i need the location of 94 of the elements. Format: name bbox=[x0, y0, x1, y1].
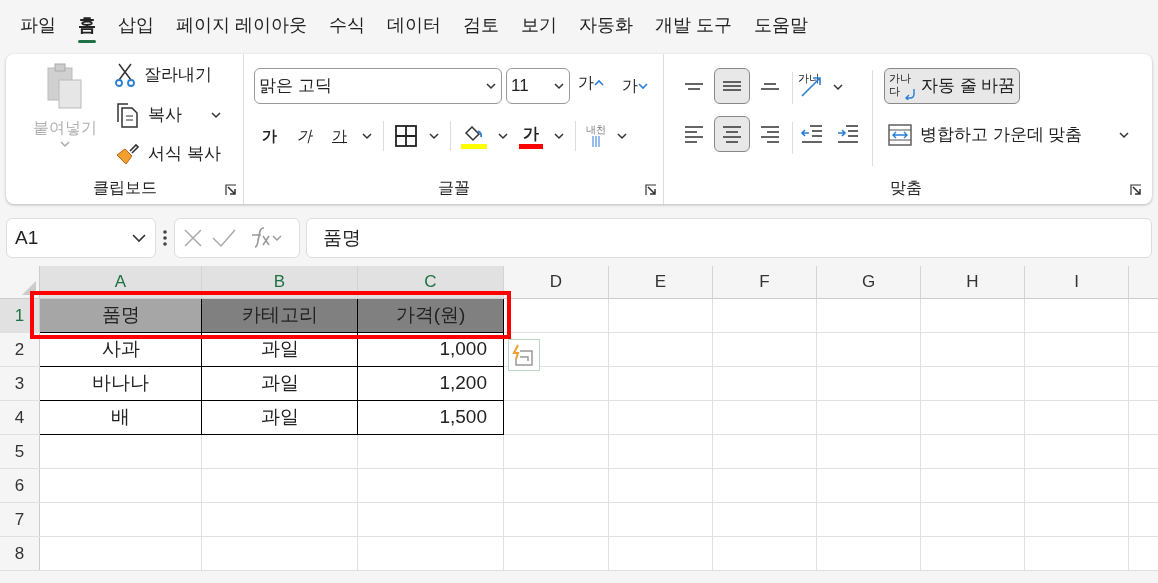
row-header[interactable]: 8 bbox=[0, 537, 40, 570]
table-cell[interactable]: 1,500 bbox=[358, 401, 504, 435]
table-cell[interactable]: 품명 bbox=[40, 299, 202, 333]
table-cell[interactable]: 과일 bbox=[202, 401, 358, 435]
dialog-launcher-icon[interactable] bbox=[645, 184, 657, 196]
chevron-down-icon bbox=[59, 140, 71, 148]
scissors-icon bbox=[114, 62, 136, 88]
table-cell[interactable]: 카테고리 bbox=[202, 299, 358, 333]
merge-center-button[interactable]: 병합하고 가운데 맞춤 bbox=[888, 120, 1131, 150]
align-lines-icon bbox=[685, 125, 703, 143]
ribbon-button[interactable]: 잘라내기 bbox=[114, 60, 212, 90]
menu-tab[interactable]: 파일 bbox=[10, 5, 66, 45]
decrease-font-size-button[interactable]: 가 bbox=[618, 71, 652, 101]
font-size-dropdown[interactable]: 11 bbox=[506, 68, 570, 104]
copy-icon bbox=[114, 102, 140, 128]
font-color-button[interactable]: 가 bbox=[519, 123, 543, 149]
chevron-down-icon[interactable] bbox=[553, 82, 565, 90]
align-lines-icon bbox=[723, 125, 741, 143]
menu-tab[interactable]: 자동화 bbox=[569, 5, 643, 45]
phonetic-guide-button[interactable]: 내천 bbox=[586, 124, 606, 148]
ribbon-button[interactable]: 복사 bbox=[114, 100, 222, 130]
menu-tab[interactable]: 수식 bbox=[319, 5, 375, 45]
select-all-icon[interactable] bbox=[22, 281, 36, 295]
bold-button[interactable]: 가 bbox=[258, 124, 281, 148]
chevron-down-icon[interactable] bbox=[428, 132, 440, 140]
increase-indent-icon[interactable] bbox=[836, 122, 860, 146]
table-cell[interactable]: 과일 bbox=[202, 333, 358, 367]
name-box[interactable]: A1 bbox=[6, 218, 156, 258]
align-button[interactable] bbox=[714, 116, 750, 152]
table-cell[interactable]: 1,000 bbox=[358, 333, 504, 367]
phonetic-lines-icon bbox=[590, 136, 602, 148]
more-options-icon[interactable] bbox=[162, 229, 168, 247]
underline-button[interactable]: 가 bbox=[328, 124, 351, 148]
chevron-down-icon[interactable] bbox=[1118, 131, 1131, 139]
merge-cells-icon bbox=[888, 124, 912, 146]
row-header[interactable]: 2 bbox=[0, 333, 40, 366]
row-header[interactable]: 1 bbox=[0, 299, 40, 332]
menu-tab[interactable]: 데이터 bbox=[377, 5, 451, 45]
row-header[interactable]: 3 bbox=[0, 367, 40, 400]
caret-down-icon bbox=[638, 82, 648, 90]
increase-font-size-button[interactable]: 가 bbox=[574, 68, 608, 98]
chevron-down-icon[interactable] bbox=[553, 132, 565, 140]
chevron-down-icon[interactable] bbox=[210, 111, 222, 119]
row-header[interactable]: 6 bbox=[0, 469, 40, 502]
dialog-launcher-icon[interactable] bbox=[1130, 184, 1142, 196]
align-button[interactable] bbox=[714, 68, 750, 104]
row-header[interactable]: 7 bbox=[0, 503, 40, 536]
dialog-launcher-icon[interactable] bbox=[225, 184, 237, 196]
chevron-down-icon[interactable] bbox=[832, 83, 844, 91]
borders-icon[interactable] bbox=[394, 124, 418, 148]
row-header[interactable]: 5 bbox=[0, 435, 40, 468]
menu-tab[interactable]: 홈 bbox=[68, 5, 106, 45]
table-cell[interactable]: 사과 bbox=[40, 333, 202, 367]
align-lines-icon bbox=[761, 125, 779, 143]
table-cell[interactable]: 바나나 bbox=[40, 367, 202, 401]
table-cell[interactable]: 과일 bbox=[202, 367, 358, 401]
menu-tab[interactable]: 개발 도구 bbox=[645, 5, 743, 45]
wrap-arrow-icon bbox=[905, 88, 917, 100]
italic-button[interactable]: 가 bbox=[291, 124, 318, 148]
group-label: 맞춤 bbox=[890, 178, 922, 198]
column-header[interactable]: D bbox=[504, 266, 609, 298]
decrease-indent-icon[interactable] bbox=[800, 122, 824, 146]
group-label: 글꼴 bbox=[437, 178, 470, 198]
table-cell[interactable]: 가격(원) bbox=[358, 299, 504, 333]
group-label: 클립보드 bbox=[92, 178, 157, 198]
ribbon-button[interactable]: 서식 복사 bbox=[114, 139, 221, 169]
check-icon[interactable] bbox=[211, 228, 237, 248]
formula-bar[interactable]: 품명 bbox=[306, 218, 1152, 258]
menu-tab[interactable]: 도움말 bbox=[744, 5, 819, 45]
paintbrush-icon bbox=[114, 141, 140, 167]
column-header[interactable]: G bbox=[817, 266, 921, 298]
menu-tab[interactable]: 검토 bbox=[453, 5, 509, 45]
table-cell[interactable]: 1,200 bbox=[358, 367, 504, 401]
clipboard-icon bbox=[45, 62, 85, 110]
align-lines-icon bbox=[723, 81, 741, 91]
chevron-down-icon[interactable] bbox=[497, 132, 509, 140]
column-header[interactable]: I bbox=[1025, 266, 1129, 298]
column-header[interactable]: E bbox=[609, 266, 713, 298]
table-cell[interactable]: 배 bbox=[40, 401, 202, 435]
chevron-down-icon[interactable] bbox=[616, 132, 628, 140]
chevron-down-icon bbox=[131, 233, 147, 243]
row-header[interactable]: 4 bbox=[0, 401, 40, 434]
menu-tab[interactable]: 보기 bbox=[511, 5, 567, 45]
fill-color-icon[interactable] bbox=[461, 123, 487, 149]
column-header[interactable]: F bbox=[713, 266, 817, 298]
caret-up-icon bbox=[594, 79, 604, 87]
chevron-down-icon[interactable] bbox=[361, 132, 373, 140]
column-header[interactable]: H bbox=[921, 266, 1025, 298]
chevron-down-icon[interactable] bbox=[485, 82, 497, 90]
align-lines-icon bbox=[761, 82, 779, 90]
font-name-dropdown[interactable]: 맑은 고딕 bbox=[254, 68, 502, 104]
menu-tab[interactable]: 삽입 bbox=[108, 5, 164, 45]
align-lines-icon bbox=[685, 82, 703, 90]
menu-tab[interactable]: 페이지 레이아웃 bbox=[166, 5, 317, 45]
